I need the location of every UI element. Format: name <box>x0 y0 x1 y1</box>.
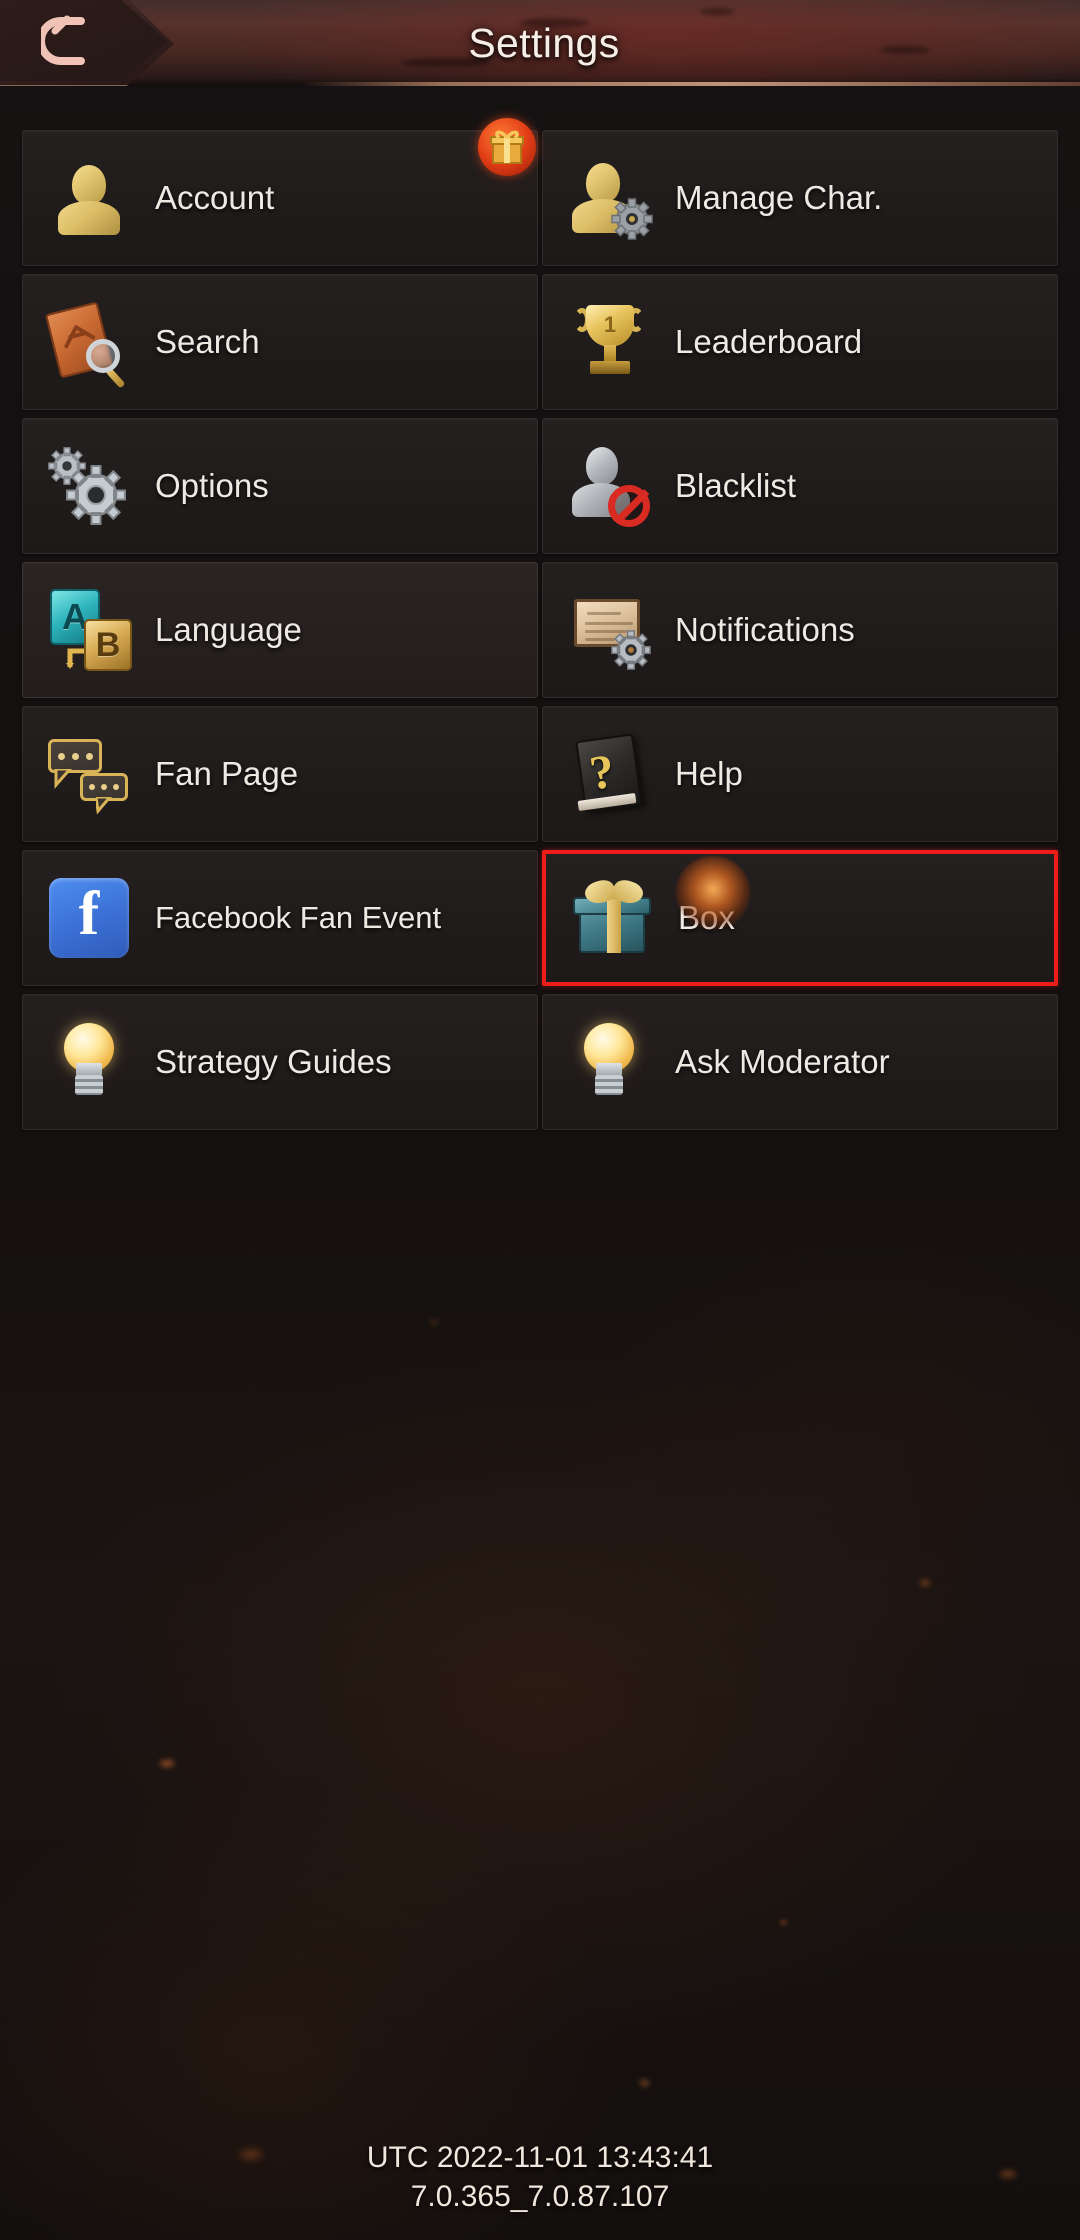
menu-item-label: Leaderboard <box>675 322 863 360</box>
lightbulb-icon <box>23 994 155 1130</box>
person-icon <box>23 130 155 266</box>
menu-item-label: Ask Moderator <box>675 1042 890 1080</box>
gift-badge-icon[interactable] <box>478 118 536 176</box>
language-ab-icon: A B <box>23 562 155 698</box>
menu-item-options[interactable]: Options <box>22 418 538 554</box>
app-screen: Settings Account Manage Char. Search 1 L… <box>0 0 1080 2240</box>
menu-item-label: Blacklist <box>675 466 797 504</box>
gear-icon <box>611 630 651 670</box>
menu-item-label: Fan Page <box>155 754 299 792</box>
bubble-tail <box>54 769 72 789</box>
ember-particle <box>430 1320 438 1325</box>
footer-version: 7.0.365_7.0.87.107 <box>410 2180 670 2213</box>
menu-item-strategy-guides[interactable]: Strategy Guides <box>22 994 538 1130</box>
gear-icon <box>611 198 653 240</box>
menu-item-manage-char[interactable]: Manage Char. <box>542 130 1058 266</box>
menu-item-label: Options <box>155 466 269 504</box>
parchment-gear-icon <box>543 562 675 698</box>
menu-item-leaderboard[interactable]: 1 Leaderboard <box>542 274 1058 410</box>
person-blocked-icon <box>543 418 675 554</box>
menu-item-label: Search <box>155 322 260 360</box>
gift-box-icon <box>546 850 678 986</box>
ember-particle <box>920 1580 930 1586</box>
trophy-rank: 1 <box>586 305 634 347</box>
book-magnifier-icon <box>23 274 155 410</box>
trophy-icon: 1 <box>543 274 675 410</box>
menu-item-label: Account <box>155 178 275 216</box>
menu-item-account[interactable]: Account <box>22 130 538 266</box>
facebook-glyph: f <box>49 878 129 958</box>
menu-item-label: Notifications <box>675 610 855 648</box>
back-arrow-icon <box>41 13 103 69</box>
ember-particle <box>780 1920 787 1925</box>
menu-item-facebook-fan-event[interactable]: f Facebook Fan Event <box>22 850 538 986</box>
ember-particle <box>160 1760 174 1767</box>
menu-item-label: Strategy Guides <box>155 1042 392 1080</box>
page-header: Settings <box>0 0 1080 86</box>
speech-bubbles-icon <box>23 706 155 842</box>
menu-item-label: Manage Char. <box>675 178 883 216</box>
footer-timestamp: UTC 2022-11-01 13:43:41 <box>366 2141 714 2174</box>
menu-item-help[interactable]: ? Help <box>542 706 1058 842</box>
bubble-tail <box>96 797 112 815</box>
menu-item-label: Help <box>675 754 743 792</box>
menu-item-box[interactable]: Box <box>542 850 1058 986</box>
menu-item-ask-moderator[interactable]: Ask Moderator <box>542 994 1058 1130</box>
question-book-icon: ? <box>543 706 675 842</box>
language-tile-b: B <box>84 619 132 671</box>
menu-item-search[interactable]: Search <box>22 274 538 410</box>
menu-item-fan-page[interactable]: Fan Page <box>22 706 538 842</box>
menu-item-blacklist[interactable]: Blacklist <box>542 418 1058 554</box>
lightbulb-icon <box>543 994 675 1130</box>
menu-item-notifications[interactable]: Notifications <box>542 562 1058 698</box>
person-gear-icon <box>543 130 675 266</box>
facebook-icon: f <box>23 850 155 986</box>
touch-indicator <box>676 856 750 930</box>
settings-grid: Account Manage Char. Search 1 Leaderboar… <box>22 130 1058 1130</box>
menu-item-label: Language <box>155 610 302 648</box>
gears-icon <box>23 418 155 554</box>
footer-info: UTC 2022-11-01 13:43:41 7.0.365_7.0.87.1… <box>0 2138 1080 2216</box>
ember-particle <box>640 2080 649 2086</box>
gear-icon-large <box>66 465 126 525</box>
menu-item-label: Facebook Fan Event <box>155 899 442 935</box>
menu-item-language[interactable]: A B Language <box>22 562 538 698</box>
